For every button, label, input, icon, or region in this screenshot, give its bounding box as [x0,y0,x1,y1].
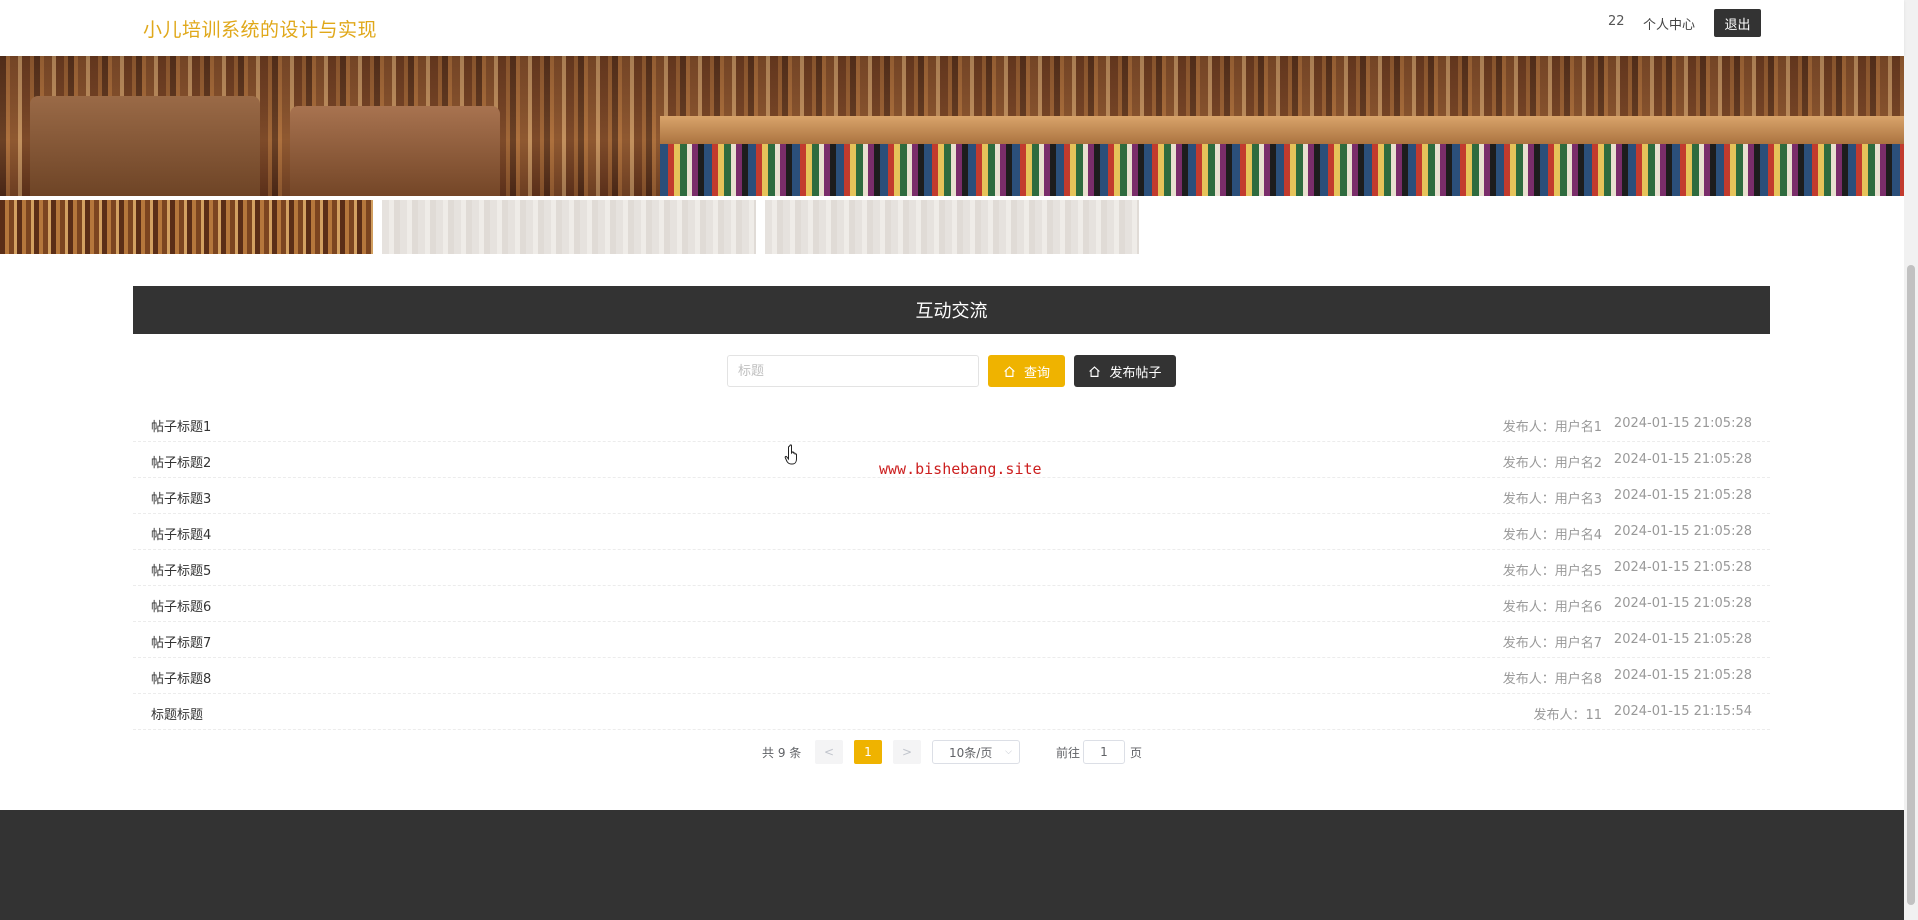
list-item[interactable]: 帖子标题5 发布人：用户名5 2024-01-15 21:05:28 [133,550,1770,586]
post-author: 发布人：用户名2 [1502,456,1602,471]
pagination-next-button[interactable]: > [893,740,921,764]
banner-chair [30,96,260,196]
home-icon [1089,365,1101,377]
post-title[interactable]: 帖子标题6 [151,596,211,615]
chevron-down-icon: ⌵ [1005,747,1012,757]
list-item[interactable]: 帖子标题6 发布人：用户名6 2024-01-15 21:05:28 [133,586,1770,622]
section-title: 互动交流 [133,286,1770,334]
post-author: 发布人：用户名8 [1502,672,1602,687]
banner-table [660,116,1904,146]
post-title[interactable]: 帖子标题3 [151,488,211,507]
goto-suffix: 页 [1130,746,1143,760]
pagination-page-1[interactable]: 1 [854,740,882,764]
hand-cursor-icon [784,444,797,465]
post-author: 发布人：11 [1533,708,1602,723]
banner-thumbnail[interactable] [0,200,373,254]
goto-label: 前往 [1056,746,1081,760]
banner-thumbnail[interactable] [765,200,1139,254]
post-title[interactable]: 帖子标题2 [151,452,211,471]
pagination-total: 共 9 条 [762,745,802,760]
post-author: 发布人：用户名4 [1502,528,1602,543]
query-button-label: 查询 [1023,365,1050,381]
post-title[interactable]: 标题标题 [151,704,203,723]
post-author: 发布人：用户名6 [1502,600,1602,615]
post-author: 发布人：用户名1 [1502,420,1602,435]
post-title[interactable]: 帖子标题1 [151,416,211,435]
pagination-prev-button[interactable]: < [815,740,843,764]
watermark-text: www.bishebang.site [879,460,1042,478]
post-title[interactable]: 帖子标题8 [151,668,211,687]
post-time: 2024-01-15 21:05:28 [1613,560,1752,575]
post-time: 2024-01-15 21:05:28 [1613,524,1752,539]
post-time: 2024-01-15 21:05:28 [1613,416,1752,431]
publish-post-label: 发布帖子 [1109,365,1162,381]
post-time: 2024-01-15 21:05:28 [1613,596,1752,611]
post-time: 2024-01-15 21:05:28 [1613,488,1752,503]
page-size-select[interactable]: 10条/页 ⌵ [932,740,1020,764]
site-title[interactable]: 小儿培训系统的设计与实现 [143,15,377,42]
banner-chair [290,106,500,196]
banner-image [0,56,1904,196]
post-title[interactable]: 帖子标题7 [151,632,211,651]
goto-page-input[interactable] [1083,740,1125,764]
banner-thumbnail[interactable] [382,200,756,254]
query-button[interactable]: 查询 [988,355,1065,387]
post-time: 2024-01-15 21:05:28 [1613,452,1752,467]
page-scrollbar[interactable] [1904,0,1918,920]
logout-button[interactable]: 退出 [1714,9,1761,37]
page-size-value: 10条/页 [949,745,993,760]
title-search-input[interactable] [727,355,979,387]
list-item[interactable]: 帖子标题8 发布人：用户名8 2024-01-15 21:05:28 [133,658,1770,694]
banner-books [660,144,1904,196]
top-navbar: 小儿培训系统的设计与实现 22 个人中心 退出 [0,0,1904,56]
post-title[interactable]: 帖子标题5 [151,560,211,579]
list-item[interactable]: 标题标题 发布人：11 2024-01-15 21:15:54 [133,694,1770,730]
home-icon [1004,365,1015,377]
post-time: 2024-01-15 21:05:28 [1613,668,1752,683]
user-id: 22 [1608,14,1625,29]
post-author: 发布人：用户名7 [1502,636,1602,651]
list-item[interactable]: 帖子标题1 发布人：用户名1 2024-01-15 21:05:28 [133,406,1770,442]
post-list: 帖子标题1 发布人：用户名1 2024-01-15 21:05:28 帖子标题2… [133,406,1770,730]
post-time: 2024-01-15 21:15:54 [1613,704,1752,719]
list-item[interactable]: 帖子标题4 发布人：用户名4 2024-01-15 21:05:28 [133,514,1770,550]
user-center-link[interactable]: 个人中心 [1643,14,1695,33]
post-title[interactable]: 帖子标题4 [151,524,211,543]
post-author: 发布人：用户名3 [1502,492,1602,507]
post-time: 2024-01-15 21:05:28 [1613,632,1752,647]
publish-post-button[interactable]: 发布帖子 [1074,355,1176,387]
post-author: 发布人：用户名5 [1502,564,1602,579]
list-item[interactable]: 帖子标题3 发布人：用户名3 2024-01-15 21:05:28 [133,478,1770,514]
footer [0,810,1904,920]
list-item[interactable]: 帖子标题7 发布人：用户名7 2024-01-15 21:05:28 [133,622,1770,658]
scrollbar-thumb[interactable] [1907,265,1915,905]
